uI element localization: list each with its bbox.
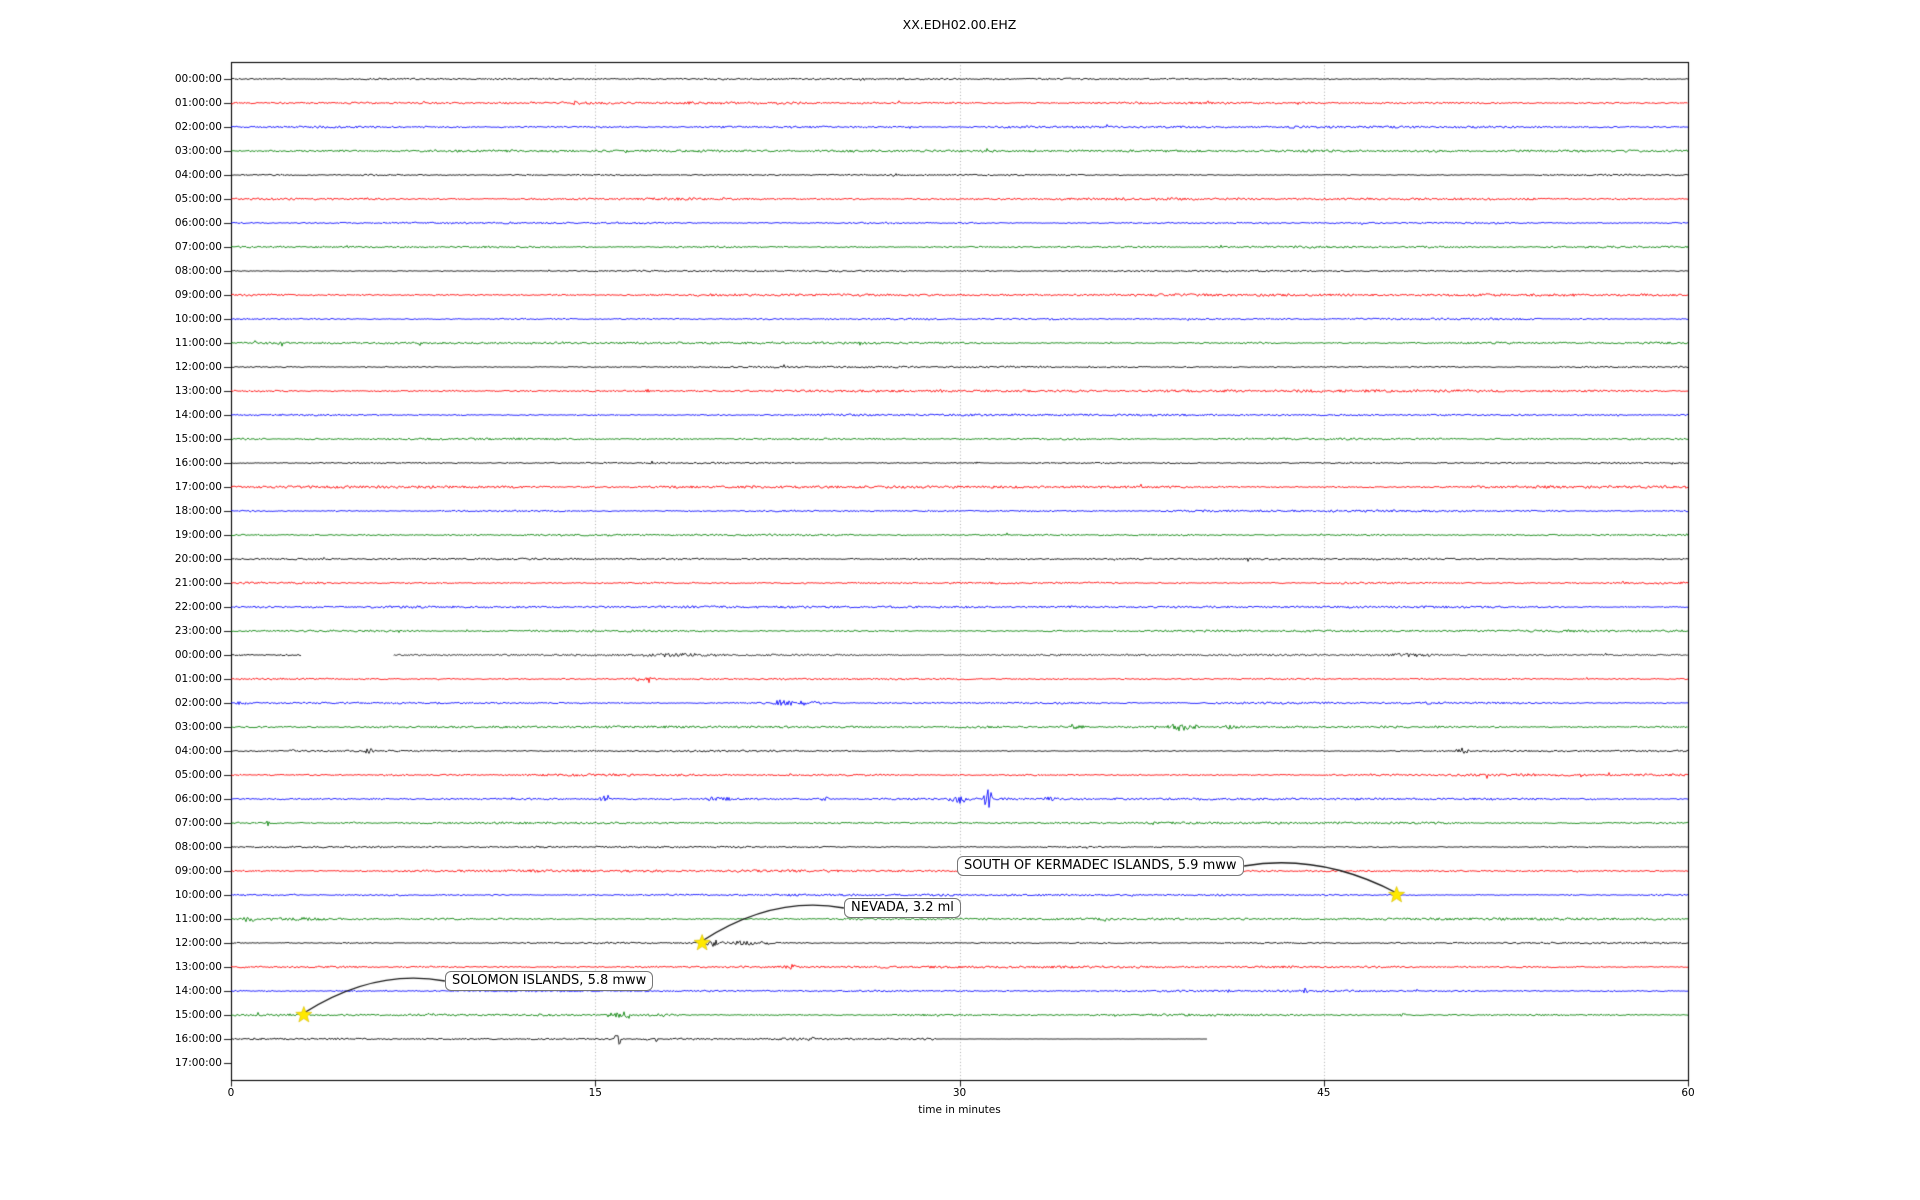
x-tick-label: 60: [1658, 1087, 1718, 1099]
time-axis-label: 06:00:00: [60, 792, 222, 806]
time-axis-label: 10:00:00: [60, 312, 222, 326]
time-axis-label: 02:00:00: [60, 120, 222, 134]
time-axis-label: 08:00:00: [60, 264, 222, 278]
time-axis-label: 19:00:00: [60, 528, 222, 542]
time-axis-label: 03:00:00: [60, 144, 222, 158]
time-axis-label: 10:00:00: [60, 888, 222, 902]
time-axis-label: 17:00:00: [60, 480, 222, 494]
time-axis-label: 04:00:00: [60, 168, 222, 182]
x-tick-label: 45: [1294, 1087, 1354, 1099]
helicorder-plot: XX.EDH02.00.EHZ time in minutes 00:00:00…: [0, 0, 1920, 1200]
time-axis-label: 13:00:00: [60, 384, 222, 398]
time-axis-label: 09:00:00: [60, 288, 222, 302]
time-axis-label: 14:00:00: [60, 408, 222, 422]
x-tick-label: 0: [201, 1087, 261, 1099]
time-axis-label: 11:00:00: [60, 912, 222, 926]
time-axis-label: 12:00:00: [60, 936, 222, 950]
time-axis-label: 20:00:00: [60, 552, 222, 566]
time-axis-label: 11:00:00: [60, 336, 222, 350]
time-axis-label: 12:00:00: [60, 360, 222, 374]
time-axis-label: 21:00:00: [60, 576, 222, 590]
time-axis-label: 07:00:00: [60, 240, 222, 254]
event-annotation: NEVADA, 3.2 ml: [844, 898, 961, 918]
x-axis-title: time in minutes: [231, 1104, 1688, 1116]
time-axis-label: 03:00:00: [60, 720, 222, 734]
time-axis-label: 01:00:00: [60, 672, 222, 686]
time-axis-label: 01:00:00: [60, 96, 222, 110]
time-axis-label: 15:00:00: [60, 1008, 222, 1022]
time-axis-label: 22:00:00: [60, 600, 222, 614]
time-axis-label: 14:00:00: [60, 984, 222, 998]
time-axis-label: 08:00:00: [60, 840, 222, 854]
time-axis-label: 04:00:00: [60, 744, 222, 758]
time-axis-label: 13:00:00: [60, 960, 222, 974]
time-axis-label: 23:00:00: [60, 624, 222, 638]
seismogram-canvas: [0, 0, 1920, 1200]
plot-title: XX.EDH02.00.EHZ: [231, 17, 1688, 32]
time-axis-label: 05:00:00: [60, 768, 222, 782]
time-axis-label: 06:00:00: [60, 216, 222, 230]
time-axis-label: 05:00:00: [60, 192, 222, 206]
time-axis-label: 02:00:00: [60, 696, 222, 710]
time-axis-label: 09:00:00: [60, 864, 222, 878]
time-axis-label: 17:00:00: [60, 1056, 222, 1070]
time-axis-label: 00:00:00: [60, 648, 222, 662]
time-axis-label: 00:00:00: [60, 72, 222, 86]
event-annotation: SOLOMON ISLANDS, 5.8 mww: [445, 971, 653, 991]
x-tick-label: 15: [565, 1087, 625, 1099]
event-annotation: SOUTH OF KERMADEC ISLANDS, 5.9 mww: [957, 856, 1244, 876]
time-axis-label: 16:00:00: [60, 1032, 222, 1046]
time-axis-label: 16:00:00: [60, 456, 222, 470]
time-axis-label: 07:00:00: [60, 816, 222, 830]
time-axis-label: 15:00:00: [60, 432, 222, 446]
time-axis-label: 18:00:00: [60, 504, 222, 518]
x-tick-label: 30: [930, 1087, 990, 1099]
